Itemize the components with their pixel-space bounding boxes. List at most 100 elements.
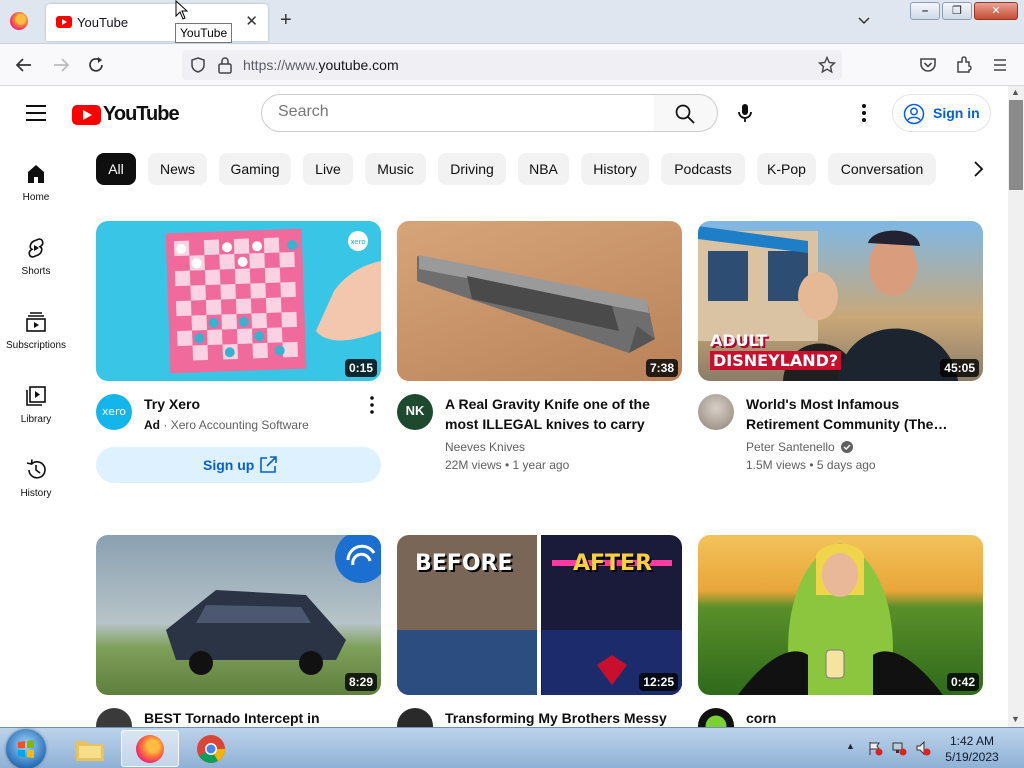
logo-text: YouTube — [103, 103, 180, 125]
sidebar-item-subscriptions[interactable]: Subscriptions — [0, 296, 72, 370]
taskbar-clock[interactable]: 1:42 AM 5/19/2023 — [932, 733, 1012, 765]
video-thumbnail[interactable]: xero 0:15 — [96, 221, 381, 381]
video-card[interactable]: 8:29 BEST Tornado Intercept in History — [96, 535, 381, 727]
more-options-icon[interactable] — [852, 101, 876, 125]
search-button[interactable] — [654, 94, 718, 132]
chip-podcasts[interactable]: Podcasts — [661, 153, 745, 185]
restore-button[interactable]: ❐ — [942, 2, 972, 20]
app-menu-icon[interactable] — [990, 55, 1010, 75]
firefox-icon[interactable] — [10, 12, 28, 30]
chip-history[interactable]: History — [581, 153, 649, 185]
video-thumbnail[interactable]: 8:29 — [96, 535, 381, 695]
page-scrollbar[interactable]: ▲ ▼ — [1008, 86, 1024, 727]
scrollbar-thumb[interactable] — [1009, 100, 1023, 190]
chip-kpop[interactable]: K-Pop — [757, 153, 816, 185]
search-input[interactable] — [278, 103, 638, 121]
youtube-logo[interactable]: YouTube — [72, 103, 180, 126]
chevron-down-icon[interactable] — [856, 12, 872, 28]
sign-in-button[interactable]: Sign in — [892, 94, 991, 132]
channel-avatar[interactable] — [698, 708, 734, 727]
video-card[interactable]: ADULT DISNEYLAND? 45:05 World's Most Inf… — [698, 221, 983, 491]
chip-news[interactable]: News — [148, 153, 207, 185]
video-title[interactable]: BEST Tornado Intercept in History — [144, 708, 369, 727]
scroll-up-icon[interactable]: ▲ — [1011, 87, 1020, 97]
video-card[interactable]: BEFORE AFTER 12:25 Transforming My Broth… — [397, 535, 682, 727]
channel-name-text: Peter Santenello — [746, 440, 835, 454]
video-title[interactable]: Transforming My Brothers Messy — [445, 708, 670, 727]
video-duration: 7:38 — [645, 359, 678, 377]
file-explorer-taskbar-button[interactable] — [60, 730, 118, 767]
channel-avatar[interactable] — [397, 708, 433, 727]
channel-avatar[interactable] — [96, 708, 132, 727]
channel-avatar[interactable]: NK — [397, 394, 433, 430]
sidebar-item-label: Library — [20, 414, 52, 425]
sidebar-item-library[interactable]: Library — [0, 370, 72, 444]
chip-gaming[interactable]: Gaming — [219, 153, 291, 185]
clock-date: 5/19/2023 — [945, 750, 999, 764]
start-button[interactable] — [6, 729, 46, 768]
volume-muted-icon[interactable] — [915, 740, 931, 756]
reload-icon[interactable] — [85, 54, 107, 76]
sidebar-item-history[interactable]: History — [0, 444, 72, 518]
video-duration: 12:25 — [639, 673, 678, 691]
video-thumbnail[interactable]: BEFORE AFTER 12:25 — [397, 535, 682, 695]
sign-up-button[interactable]: Sign up — [96, 447, 381, 483]
action-center-flag-icon[interactable] — [867, 740, 883, 756]
pocket-icon[interactable] — [918, 55, 938, 75]
forward-arrow-icon[interactable] — [50, 54, 72, 76]
chip-nba[interactable]: NBA — [518, 153, 569, 185]
ad-info: Ad · Xero Accounting Software — [144, 418, 309, 432]
chrome-taskbar-button[interactable] — [183, 730, 241, 767]
lock-icon[interactable] — [217, 56, 233, 74]
network-icon[interactable] — [891, 740, 907, 756]
firefox-taskbar-button[interactable] — [121, 730, 179, 767]
bookmark-star-icon[interactable] — [818, 56, 836, 74]
back-arrow-icon[interactable] — [13, 54, 35, 76]
show-hidden-icons-icon[interactable]: ▲ — [846, 741, 855, 751]
sidebar-item-shorts[interactable]: Shorts — [0, 222, 72, 296]
more-options-icon[interactable] — [364, 395, 380, 415]
chip-live[interactable]: Live — [303, 153, 353, 185]
video-title[interactable]: Try Xero — [144, 394, 369, 414]
video-card[interactable]: 0:42 corn — [698, 535, 983, 727]
verified-badge-icon — [841, 441, 854, 453]
minimize-icon: – — [921, 5, 929, 17]
tracking-shield-icon[interactable] — [189, 56, 207, 74]
chip-driving[interactable]: Driving — [438, 153, 506, 185]
ad-card[interactable]: xero 0:15 xero Try Xero Ad · Xero Accoun… — [96, 221, 381, 491]
chip-conversation[interactable]: Conversation — [828, 153, 936, 185]
advertiser-name[interactable]: Xero Accounting Software — [171, 418, 309, 432]
youtube-play-icon — [72, 104, 101, 125]
video-title[interactable]: A Real Gravity Knife one of the most ILL… — [445, 394, 670, 434]
channel-avatar[interactable]: xero — [96, 394, 132, 430]
youtube-page: YouTube Sign in Home Shorts Subscription… — [0, 86, 1008, 727]
avatar-text: NK — [405, 403, 425, 418]
video-thumbnail[interactable]: 0:42 — [698, 535, 983, 695]
channel-avatar[interactable] — [698, 394, 734, 430]
video-title[interactable]: corn — [746, 708, 971, 727]
video-thumbnail[interactable]: 7:38 — [397, 221, 682, 381]
scroll-down-icon[interactable]: ▼ — [1011, 714, 1020, 724]
channel-name[interactable]: Neeves Knives — [445, 440, 525, 454]
close-tab-icon[interactable]: ✕ — [245, 12, 258, 30]
extensions-icon[interactable] — [954, 55, 974, 75]
video-title[interactable]: World's Most Infamous Retirement Communi… — [746, 394, 971, 434]
sidebar-item-home[interactable]: Home — [0, 148, 72, 222]
minimize-button[interactable]: – — [910, 2, 940, 20]
address-bar[interactable]: https://www.youtube.com — [182, 50, 842, 80]
chip-music[interactable]: Music — [365, 153, 426, 185]
new-tab-button[interactable]: + — [280, 10, 292, 30]
chip-all[interactable]: All — [96, 153, 136, 185]
sign-up-label: Sign up — [203, 457, 255, 473]
video-thumbnail[interactable]: ADULT DISNEYLAND? 45:05 — [698, 221, 983, 381]
channel-name[interactable]: Peter Santenello — [746, 440, 854, 454]
microphone-icon[interactable] — [733, 101, 757, 125]
video-metadata: 22M views • 1 year ago — [445, 458, 570, 472]
video-card[interactable]: 7:38 NK A Real Gravity Knife one of the … — [397, 221, 682, 491]
chevron-right-icon[interactable] — [966, 157, 990, 181]
guide-menu-icon[interactable] — [26, 105, 46, 121]
video-metadata: 1.5M views • 5 days ago — [746, 458, 876, 472]
url-text[interactable]: https://www.youtube.com — [243, 57, 399, 73]
browser-tab-youtube[interactable]: YouTube ✕ — [46, 4, 268, 41]
close-window-button[interactable]: ✕ — [974, 2, 1018, 20]
